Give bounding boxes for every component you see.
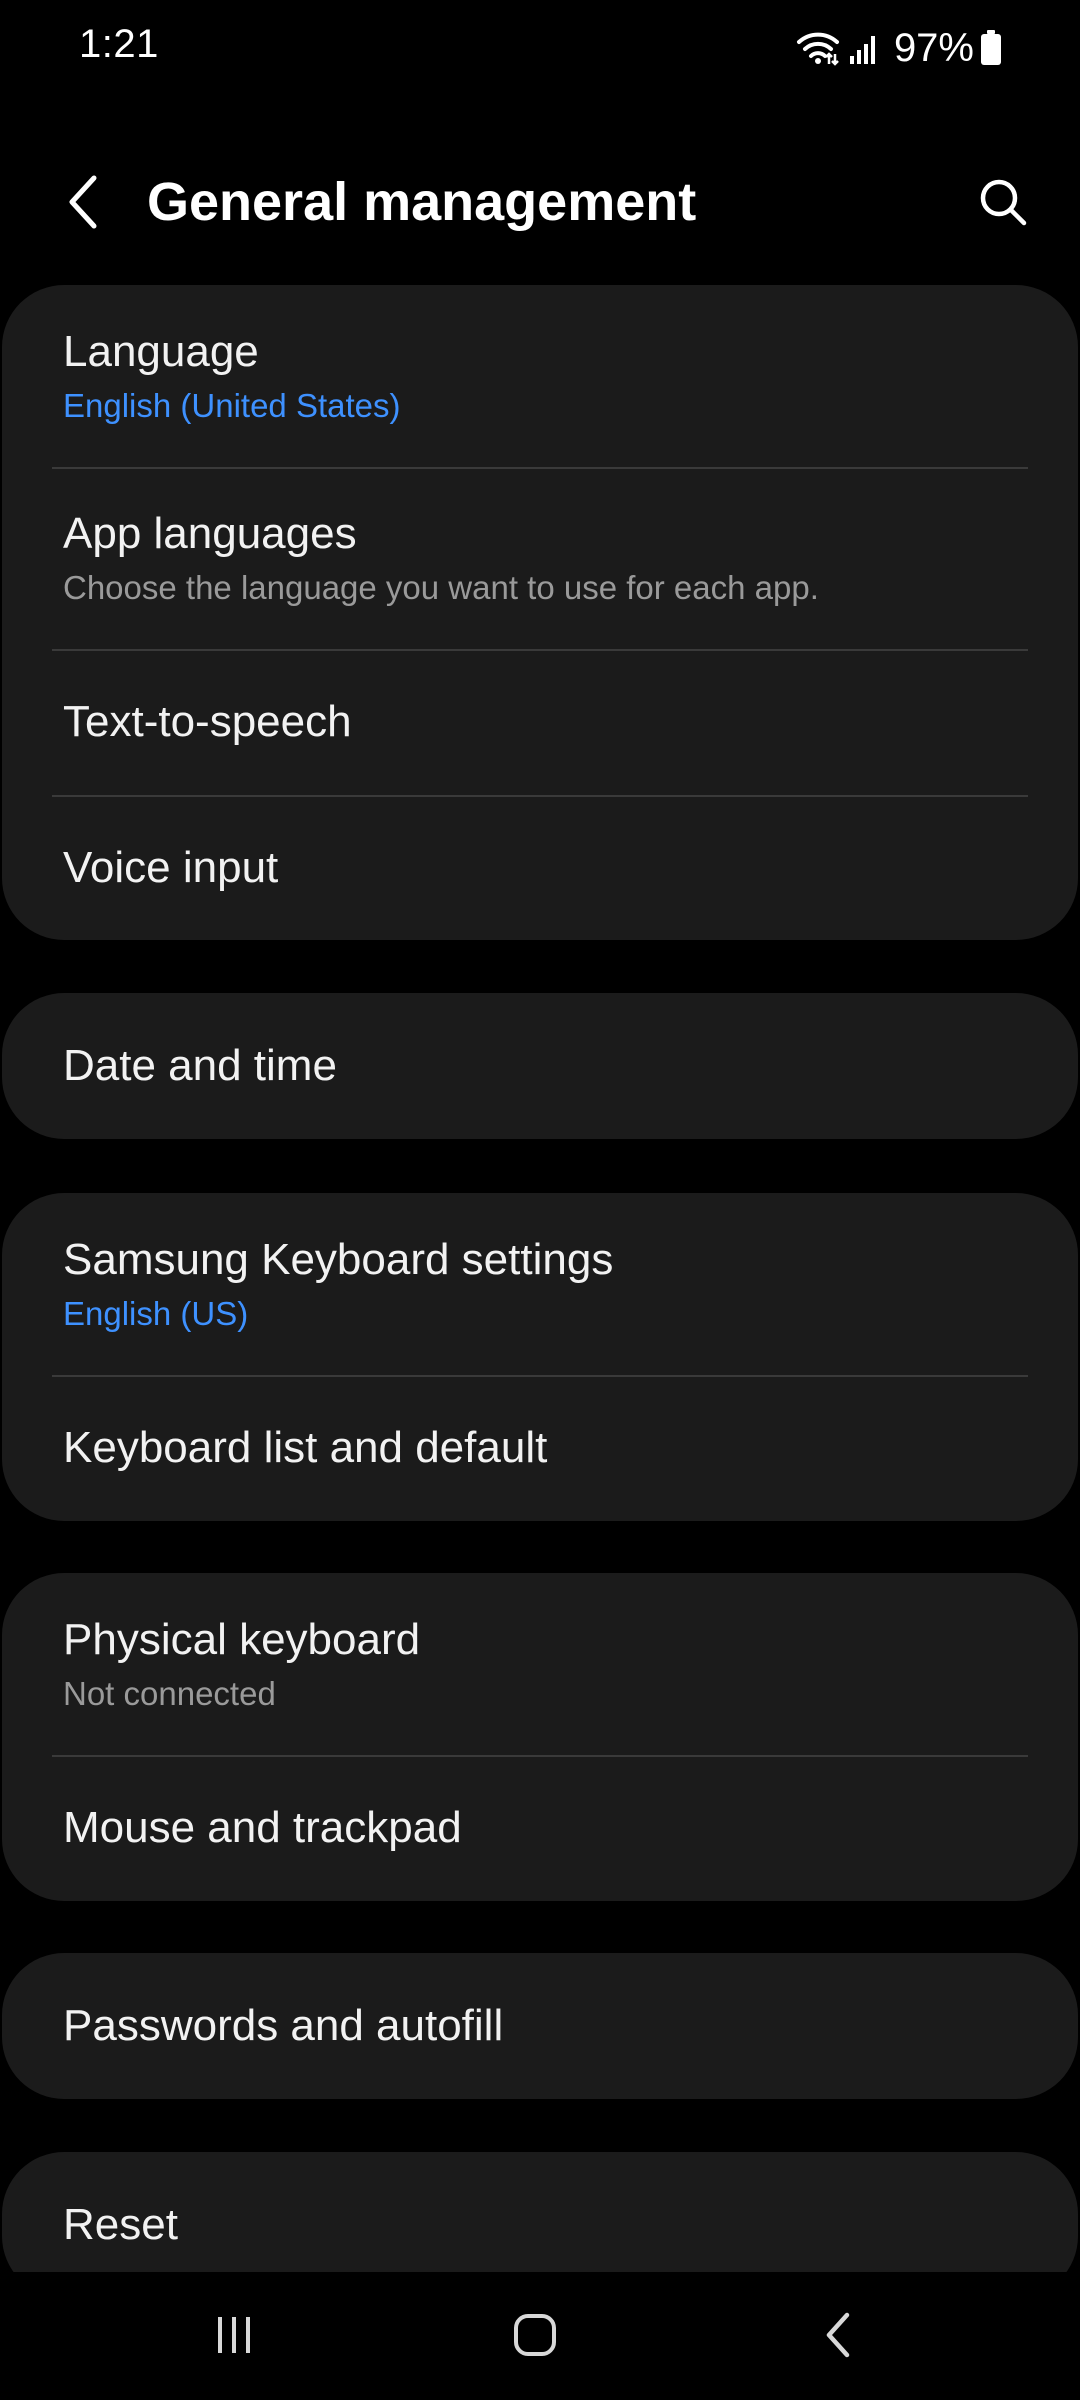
settings-item-text-to-speech[interactable]: Text-to-speech <box>2 649 1078 795</box>
back-button[interactable] <box>50 166 116 238</box>
settings-item-subtitle: English (US) <box>63 1295 249 1332</box>
page-title: General management <box>147 172 697 232</box>
settings-item-language[interactable]: Language English (United States) <box>2 285 1078 467</box>
recents-icon <box>218 2317 250 2353</box>
settings-item-physical-keyboard[interactable]: Physical keyboard Not connected <box>2 1573 1078 1755</box>
settings-group-date-time: Date and time <box>2 993 1078 1139</box>
home-button[interactable] <box>475 2290 595 2380</box>
settings-item-subtitle: Not connected <box>63 1675 276 1712</box>
app-bar: General management <box>0 140 1080 264</box>
settings-item-title: Samsung Keyboard settings <box>63 1235 614 1284</box>
settings-group-language: Language English (United States) App lan… <box>2 285 1078 940</box>
settings-item-title: Date and time <box>63 1041 337 1090</box>
settings-group-keyboard: Samsung Keyboard settings English (US) K… <box>2 1193 1078 1521</box>
settings-group-passwords: Passwords and autofill <box>2 1953 1078 2099</box>
settings-item-voice-input[interactable]: Voice input <box>2 795 1078 940</box>
settings-item-title: Reset <box>63 2200 178 2249</box>
battery-icon <box>980 30 1002 66</box>
search-button[interactable] <box>966 166 1040 238</box>
navigation-bar <box>0 2272 1080 2400</box>
home-icon <box>514 2314 556 2356</box>
signal-icon <box>848 32 880 64</box>
settings-item-date-and-time[interactable]: Date and time <box>2 993 1078 1139</box>
settings-item-subtitle: English (United States) <box>63 387 401 424</box>
settings-item-title: Keyboard list and default <box>63 1423 548 1472</box>
settings-item-keyboard-list[interactable]: Keyboard list and default <box>2 1375 1078 1521</box>
status-bar: 1:21 97% <box>0 0 1080 96</box>
status-icons: 97% <box>796 22 1002 74</box>
settings-item-title: Physical keyboard <box>63 1615 421 1664</box>
battery-percent: 97% <box>893 25 974 70</box>
back-arrow-icon <box>69 175 97 229</box>
recents-button[interactable] <box>174 2290 294 2380</box>
settings-item-title: Voice input <box>63 842 279 892</box>
wifi-icon <box>796 30 840 66</box>
settings-item-subtitle: Choose the language you want to use for … <box>63 569 819 606</box>
settings-item-app-languages[interactable]: App languages Choose the language you wa… <box>2 467 1078 649</box>
nav-back-button[interactable] <box>778 2290 898 2380</box>
settings-item-title: Passwords and autofill <box>63 2001 504 2050</box>
settings-item-mouse-trackpad[interactable]: Mouse and trackpad <box>2 1755 1078 1901</box>
settings-item-passwords-autofill[interactable]: Passwords and autofill <box>2 1953 1078 2099</box>
status-time: 1:21 <box>79 22 159 66</box>
settings-item-title: Language <box>63 327 259 376</box>
search-icon <box>980 179 1027 226</box>
settings-item-title: App languages <box>63 509 357 558</box>
settings-item-title: Text-to-speech <box>63 697 352 746</box>
back-icon <box>826 2312 850 2358</box>
settings-item-samsung-keyboard[interactable]: Samsung Keyboard settings English (US) <box>2 1193 1078 1375</box>
settings-item-title: Mouse and trackpad <box>63 1803 462 1852</box>
settings-group-input-devices: Physical keyboard Not connected Mouse an… <box>2 1573 1078 1901</box>
